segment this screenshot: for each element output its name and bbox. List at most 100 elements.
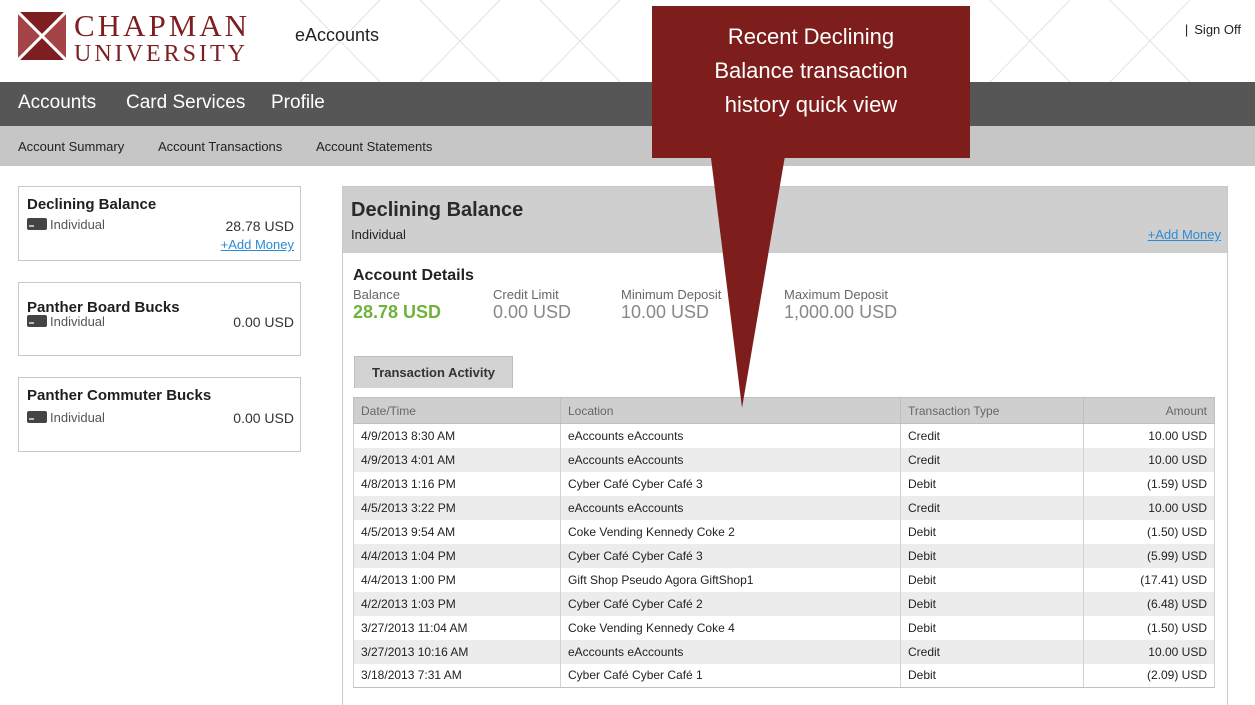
account-type: Individual — [27, 410, 105, 425]
site-header: CHAPMAN UNIVERSITY eAccounts | Sign Off — [0, 0, 1255, 82]
app-name: eAccounts — [295, 25, 380, 45]
nav-card-services[interactable]: Card Services — [126, 92, 245, 114]
detail-credit-limit: Credit Limit 0.00 USD — [493, 287, 571, 323]
cell-location: Coke Vending Kennedy Coke 4 — [560, 615, 901, 640]
cell-amount: (1.50) USD — [1083, 615, 1215, 640]
account-type: Individual — [27, 217, 105, 232]
column-header-transaction-type[interactable]: Transaction Type — [900, 397, 1084, 424]
column-header-date-time[interactable]: Date/Time — [353, 397, 561, 424]
cell-type: Debit — [900, 615, 1084, 640]
account-title: Declining Balance — [27, 196, 157, 213]
annotation-callout: Recent Declining Balance transaction his… — [652, 6, 970, 158]
brand-name: CHAPMAN — [74, 8, 251, 43]
sign-off-link[interactable]: Sign Off — [1194, 22, 1241, 37]
table-row: 4/9/2013 4:01 AM eAccounts eAccounts Credi… — [353, 447, 1215, 472]
cell-location: Cyber Café Cyber Café 3 — [560, 471, 901, 496]
cell-type: Debit — [900, 663, 1084, 688]
detail-minimum-deposit: Minimum Deposit 10.00 USD — [621, 287, 721, 323]
account-balance: 0.00 USD — [233, 314, 294, 330]
cell-type: Debit — [900, 519, 1084, 544]
table-row: 4/8/2013 1:16 PM Cyber Café Cyber Café 3D… — [353, 471, 1215, 496]
account-balance: 0.00 USD — [233, 410, 294, 426]
cell-amount: 10.00 USD — [1083, 447, 1215, 472]
account-type-label: Individual — [50, 217, 105, 232]
account-balance: 28.78 USD — [225, 218, 294, 234]
brand-subname: UNIVERSITY — [74, 41, 248, 67]
cell-amount: (6.48) USD — [1083, 591, 1215, 616]
detail-label: Minimum Deposit — [621, 287, 722, 302]
chapman-logo-icon[interactable] — [18, 12, 66, 60]
cell-date: 4/2/2013 1:03 PM — [353, 591, 561, 616]
table-row: 3/18/2013 7:31 AM Cyber Café Cyber Café 1… — [353, 663, 1215, 688]
cell-date: 3/18/2013 7:31 AM — [353, 663, 561, 688]
cell-amount: (17.41) USD — [1083, 567, 1215, 592]
detail-value: 0.00 USD — [493, 302, 572, 322]
nav-accounts[interactable]: Accounts — [18, 92, 96, 114]
signoff-separator: | — [1184, 22, 1189, 37]
cell-type: Debit — [900, 567, 1084, 592]
detail-maximum-deposit: Maximum Deposit 1,000.00 USD — [784, 287, 897, 323]
table-row: 3/27/2013 11:04 AM Coke Vending Kennedy C… — [353, 615, 1215, 640]
cell-amount: (5.99) USD — [1083, 543, 1215, 568]
add-money-link[interactable]: +Add Money — [1148, 227, 1221, 242]
table-row: 4/5/2013 9:54 AM Coke Vending Kennedy Cok… — [353, 519, 1215, 544]
detail-label: Balance — [353, 287, 400, 302]
cell-amount: 10.00 USD — [1083, 639, 1215, 664]
cell-type: Debit — [900, 591, 1084, 616]
cell-type: Credit — [900, 423, 1084, 448]
column-header-location[interactable]: Location — [560, 397, 901, 424]
cell-type: Credit — [900, 447, 1084, 472]
tab-transaction-activity[interactable]: Transaction Activity — [354, 356, 513, 388]
cell-date: 4/8/2013 1:16 PM — [353, 471, 561, 496]
credit-card-icon — [27, 218, 47, 230]
account-details-heading: Account Details — [353, 267, 474, 284]
account-type-label: Individual — [50, 314, 105, 329]
table-row: 4/4/2013 1:00 PM Gift Shop Pseudo Agora G… — [353, 567, 1215, 592]
callout-line: history quick view — [724, 92, 898, 117]
table-header-row: Date/Time Location Transaction Type Amou… — [353, 397, 1215, 424]
cell-location: Cyber Café Cyber Café 3 — [560, 543, 901, 568]
table-row: 4/5/2013 3:22 PM eAccounts eAccounts Credi… — [353, 495, 1215, 520]
detail-value: 1,000.00 USD — [784, 302, 898, 322]
detail-value: 28.78 USD — [353, 302, 442, 322]
detail-value: 10.00 USD — [621, 302, 710, 322]
subnav-account-transactions[interactable]: Account Transactions — [158, 139, 282, 154]
detail-balance: Balance 28.78 USD — [353, 287, 441, 323]
cell-location: eAccounts eAccounts — [560, 447, 901, 472]
cell-location: eAccounts eAccounts — [560, 423, 901, 448]
callout-line: Recent Declining — [727, 24, 895, 49]
cell-location: eAccounts eAccounts — [560, 639, 901, 664]
cell-type: Credit — [900, 639, 1084, 664]
add-money-link[interactable]: +Add Money — [221, 237, 294, 252]
table-row: 4/9/2013 8:30 AM eAccounts eAccounts Credi… — [353, 423, 1215, 448]
account-card-panther-commuter-bucks[interactable]: Panther Commuter Bucks Individual 0.00 U… — [18, 377, 301, 452]
cell-date: 4/4/2013 1:00 PM — [353, 567, 561, 592]
cell-type: Debit — [900, 471, 1084, 496]
nav-profile[interactable]: Profile — [271, 92, 325, 114]
panel-subtitle: Individual — [351, 227, 406, 242]
callout-text: Recent Declining Balance transaction his… — [652, 20, 970, 122]
cell-location: Gift Shop Pseudo Agora GiftShop1 — [560, 567, 901, 592]
cell-amount: (1.50) USD — [1083, 519, 1215, 544]
cell-date: 4/9/2013 4:01 AM — [353, 447, 561, 472]
account-card-panther-board-bucks[interactable]: Panther Board Bucks Individual 0.00 USD — [18, 282, 301, 356]
cell-date: 3/27/2013 10:16 AM — [353, 639, 561, 664]
panel-title: Declining Balance — [351, 199, 524, 221]
brand-wordmark[interactable]: CHAPMAN UNIVERSITY — [74, 10, 250, 66]
callout-line: Balance transaction — [714, 58, 908, 83]
cell-amount: 10.00 USD — [1083, 495, 1215, 520]
cell-amount: (2.09) USD — [1083, 663, 1215, 688]
cell-date: 4/5/2013 3:22 PM — [353, 495, 561, 520]
table-row: 4/4/2013 1:04 PM Cyber Café Cyber Café 3D… — [353, 543, 1215, 568]
account-card-declining-balance[interactable]: Declining Balance Individual 28.78 USD +… — [18, 186, 301, 261]
credit-card-icon — [27, 411, 47, 423]
cell-location: eAccounts eAccounts — [560, 495, 901, 520]
subnav-account-statements[interactable]: Account Statements — [316, 139, 432, 154]
cell-location: Coke Vending Kennedy Coke 2 — [560, 519, 901, 544]
account-title: Panther Commuter Bucks — [27, 387, 212, 404]
account-type: Individual — [27, 314, 105, 329]
column-header-amount[interactable]: Amount — [1083, 397, 1215, 424]
cell-location: Cyber Café Cyber Café 1 — [560, 663, 901, 688]
subnav-account-summary[interactable]: Account Summary — [18, 139, 124, 154]
primary-nav: Accounts Card Services Profile — [0, 82, 1255, 126]
